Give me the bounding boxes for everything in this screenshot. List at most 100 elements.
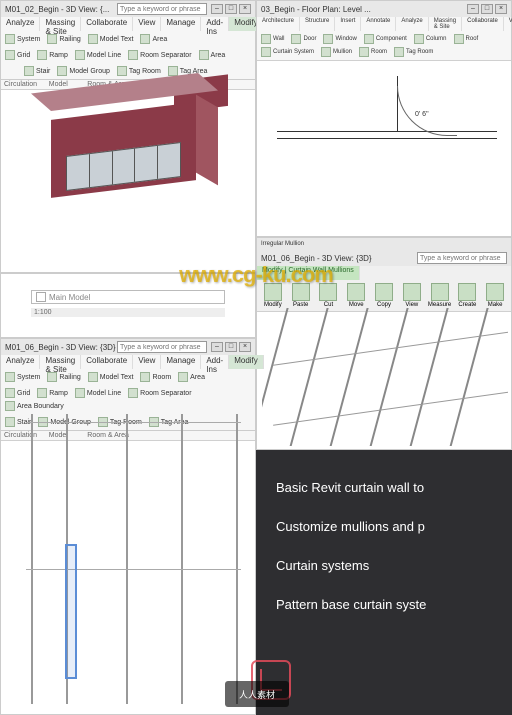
tab-addins[interactable]: Add-Ins: [201, 17, 229, 31]
min-button[interactable]: –: [211, 342, 223, 352]
revit-window-top-right: 03_Begin - Floor Plan: Level ... – □ × A…: [256, 0, 512, 237]
tab-analyze[interactable]: Analyze: [396, 17, 428, 31]
tab-view[interactable]: View: [133, 17, 161, 31]
tool-move[interactable]: Move: [343, 283, 369, 308]
tab-collaborate[interactable]: Collaborate: [81, 17, 133, 31]
search-input[interactable]: [417, 252, 507, 264]
tool-areabd[interactable]: Area Boundary: [3, 400, 66, 412]
tool-create[interactable]: Create: [454, 283, 480, 308]
max-button[interactable]: □: [225, 4, 237, 14]
elevation-view[interactable]: [11, 414, 247, 704]
tab-manage[interactable]: Manage: [161, 17, 201, 31]
cut-icon: [319, 283, 337, 301]
tool-paste[interactable]: Paste: [288, 283, 314, 308]
tool-view[interactable]: View: [399, 283, 425, 308]
tab-struct[interactable]: Structure: [300, 17, 335, 31]
tab-collab[interactable]: Collaborate: [462, 17, 504, 31]
ribbon-tabs: Architecture Structure Insert Annotate A…: [257, 17, 511, 31]
transom: [26, 422, 241, 423]
tool-system[interactable]: System: [3, 33, 42, 45]
mullion: [181, 414, 183, 704]
tool-system[interactable]: System: [3, 371, 42, 383]
tool-area[interactable]: Area: [176, 371, 207, 383]
tool-door[interactable]: Door: [289, 33, 318, 45]
tool-room[interactable]: Room: [357, 46, 389, 58]
ribbon-tabs: Analyze Massing & Site Collaborate View …: [1, 355, 255, 369]
tab-modify[interactable]: Modify: [229, 355, 264, 369]
tab-massing[interactable]: Massing & Site: [40, 355, 81, 369]
min-button[interactable]: –: [467, 4, 479, 14]
3d-wall-view[interactable]: [21, 71, 231, 231]
tab-analyze[interactable]: Analyze: [1, 355, 40, 369]
tab-modify-mullions[interactable]: Modify | Curtain Wall Mullions: [257, 266, 360, 280]
tool-modeltext[interactable]: Model Text: [86, 33, 136, 45]
ribbon-tabs: Analyze Massing & Site Collaborate View …: [1, 17, 255, 31]
tab-massing[interactable]: Massing & Site: [40, 17, 81, 31]
tool-window[interactable]: Window: [321, 33, 358, 45]
tool-roof[interactable]: Roof: [452, 33, 481, 45]
tool-modify[interactable]: Modify: [260, 283, 286, 308]
blueprint-icon: [251, 660, 291, 700]
window-buttons: – □ ×: [211, 342, 251, 352]
tool-modelline[interactable]: Model Line: [73, 49, 123, 61]
tool-grid[interactable]: Grid: [3, 387, 32, 399]
tool-area[interactable]: Area: [138, 33, 169, 45]
tool-grid[interactable]: Grid: [3, 49, 32, 61]
tool-roomsep[interactable]: Room Separator: [126, 49, 193, 61]
plan-view[interactable]: 0' 6": [277, 76, 497, 221]
max-button[interactable]: □: [225, 342, 237, 352]
view-filter[interactable]: Main Model: [31, 290, 225, 304]
search-input[interactable]: [117, 3, 207, 15]
tab-collaborate[interactable]: Collaborate: [81, 355, 133, 369]
mullion-line: [262, 308, 294, 446]
view-scale[interactable]: 1:100: [31, 308, 225, 317]
tool-cut[interactable]: Cut: [316, 283, 342, 308]
tab-analyze[interactable]: Analyze: [1, 17, 40, 31]
mullion-line: [288, 308, 334, 446]
tool-room[interactable]: Room: [138, 371, 173, 383]
iso-mullion-view[interactable]: [262, 308, 508, 446]
tool-make[interactable]: Make: [482, 283, 508, 308]
tool-modeltext[interactable]: Model Text: [86, 371, 136, 383]
line-icon: [75, 50, 85, 60]
min-button[interactable]: –: [211, 4, 223, 14]
tab-annotate[interactable]: Annotate: [361, 17, 396, 31]
tool-copy[interactable]: Copy: [371, 283, 397, 308]
tool-component[interactable]: Component: [362, 33, 409, 45]
tool-curtain[interactable]: Curtain System: [259, 46, 316, 58]
tab-manage[interactable]: Manage: [161, 355, 201, 369]
close-button[interactable]: ×: [239, 4, 251, 14]
close-button[interactable]: ×: [495, 4, 507, 14]
tool-roomsep[interactable]: Room Separator: [126, 387, 193, 399]
tab-massing[interactable]: Massing & Site: [429, 17, 462, 31]
tab-view[interactable]: View: [133, 355, 161, 369]
tab-insert[interactable]: Insert: [335, 17, 361, 31]
tool-modelline[interactable]: Model Line: [73, 387, 123, 399]
paste-icon: [292, 283, 310, 301]
panel-small-title: Irregular Mullion: [261, 241, 304, 247]
selected-mullion[interactable]: [65, 544, 77, 679]
tool-area2[interactable]: Area: [197, 49, 228, 61]
tool-railing[interactable]: Railing: [45, 33, 82, 45]
wall-line: [277, 138, 497, 139]
tool-measure[interactable]: Measure: [427, 283, 453, 308]
tool-wall[interactable]: Wall: [259, 33, 286, 45]
tool-mullion[interactable]: Mullion: [319, 46, 354, 58]
close-button[interactable]: ×: [239, 342, 251, 352]
max-button[interactable]: □: [481, 4, 493, 14]
revit-window-right-middle: Irregular Mullion M01_06_Begin - 3D View…: [256, 237, 512, 450]
tool-ramp[interactable]: Ramp: [35, 387, 70, 399]
ribbon-tools-row2: Grid Ramp Model Line Room Separator Area: [1, 47, 255, 63]
tab-view[interactable]: View: [504, 17, 512, 31]
tool-tagroom[interactable]: Tag Room: [392, 46, 435, 58]
tab-arch[interactable]: Architecture: [257, 17, 300, 31]
tool-railing[interactable]: Railing: [45, 371, 82, 383]
tool-column[interactable]: Column: [412, 33, 449, 45]
line-icon: [75, 388, 85, 398]
wall-icon: [261, 34, 271, 44]
tab-addins[interactable]: Add-Ins: [201, 355, 229, 369]
title-bar: M01_06_Begin - 3D View: {3D} – □ ×: [1, 339, 255, 355]
tool-ramp[interactable]: Ramp: [35, 49, 70, 61]
ribbon: 03_Begin - Floor Plan: Level ... – □ × A…: [257, 1, 511, 61]
search-input[interactable]: [117, 341, 207, 353]
